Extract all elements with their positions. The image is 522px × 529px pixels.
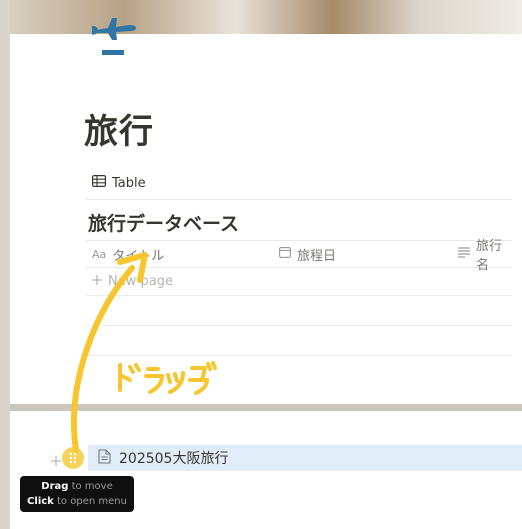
column-header-title[interactable]: Aa タイトル xyxy=(92,241,164,267)
page-title[interactable]: 旅行 xyxy=(84,104,154,153)
table-header-row: Aa タイトル 旅程日 旅行名 xyxy=(86,239,512,273)
table-icon xyxy=(92,175,107,191)
new-page-button[interactable]: New page xyxy=(92,268,173,294)
plus-icon xyxy=(92,274,102,289)
column-header-label: 旅程日 xyxy=(297,248,337,264)
drag-handle-icon[interactable] xyxy=(62,447,84,469)
title-property-icon: Aa xyxy=(92,247,107,261)
tooltip-line-click: Click to open menu xyxy=(27,496,127,507)
drag-handle-tooltip: Drag to move Click to open menu xyxy=(20,476,134,512)
calendar-icon xyxy=(279,246,291,262)
drag-annotation-label xyxy=(112,360,224,400)
add-block-plus-icon[interactable] xyxy=(50,452,62,466)
column-header-trip-name[interactable]: 旅行名 xyxy=(458,239,512,273)
column-header-label: タイトル xyxy=(112,248,165,264)
text-lines-icon xyxy=(458,246,470,262)
database-title[interactable]: 旅行データベース xyxy=(88,209,239,236)
tab-table-label: Table xyxy=(112,175,146,191)
dragged-page-title: 202505大阪旅行 xyxy=(119,451,229,467)
editor-divider xyxy=(10,404,522,411)
column-header-label: 旅行名 xyxy=(476,239,503,273)
row-divider xyxy=(86,355,512,356)
view-tabs-divider xyxy=(86,199,512,200)
dragged-page-row[interactable]: 202505大阪旅行 xyxy=(88,445,522,471)
row-divider xyxy=(86,295,512,296)
column-header-date[interactable]: 旅程日 xyxy=(279,241,336,267)
page-upper-section xyxy=(10,0,522,404)
new-page-label: New page xyxy=(108,273,173,289)
row-divider xyxy=(86,325,512,326)
airplane-icon[interactable] xyxy=(86,8,142,60)
tooltip-line-drag: Drag to move xyxy=(41,481,113,492)
document-icon xyxy=(98,448,111,468)
tab-table-view[interactable]: Table xyxy=(92,172,146,194)
